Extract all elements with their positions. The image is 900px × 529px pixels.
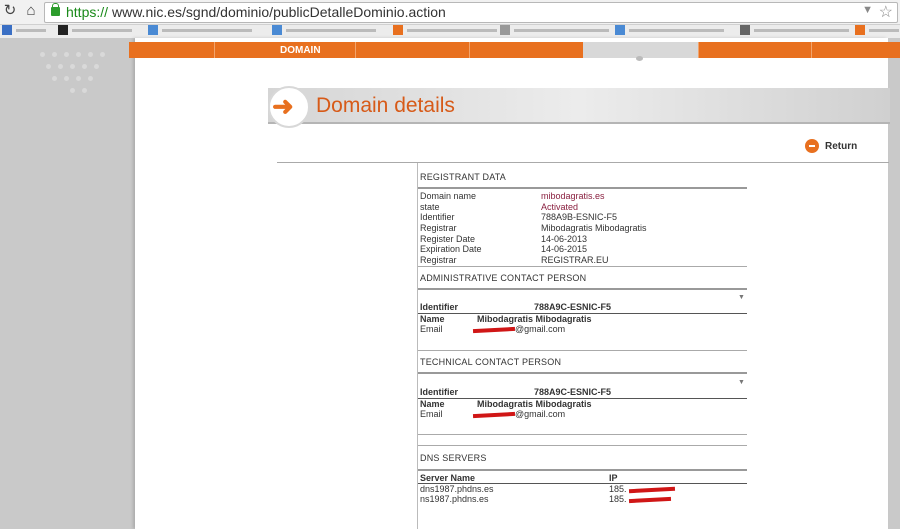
url-path: www.nic.es/sgnd/dominio/publicDetalleDom… xyxy=(112,4,446,20)
divider xyxy=(418,469,747,471)
decor-dot xyxy=(58,64,63,69)
domain-name-value: mibodagratis.es xyxy=(541,191,605,201)
home-icon[interactable]: ⌂ xyxy=(22,2,40,20)
decor-dot xyxy=(94,64,99,69)
bookmark-item[interactable] xyxy=(615,25,724,37)
nav-tab[interactable] xyxy=(355,42,469,58)
divider xyxy=(418,266,747,267)
bookmark-item[interactable] xyxy=(740,25,849,37)
field-label: Registrar xyxy=(420,255,457,265)
field-label: Identifier xyxy=(420,302,459,312)
arrow-right-icon: ➜ xyxy=(272,91,294,121)
return-button[interactable]: Return xyxy=(825,141,857,152)
tech-email-value: @gmail.com xyxy=(515,409,566,419)
divider xyxy=(418,288,747,290)
expand-triangle-icon[interactable]: ▼ xyxy=(738,294,745,301)
reload-icon[interactable]: ↻ xyxy=(1,2,19,20)
decor-dot xyxy=(76,52,81,57)
decor-dot xyxy=(52,52,57,57)
field-label: Name xyxy=(420,399,445,409)
bookmark-item[interactable] xyxy=(500,25,609,37)
field-label: state xyxy=(420,202,440,212)
return-icon[interactable] xyxy=(805,139,819,153)
divider xyxy=(417,163,418,529)
decor-dot xyxy=(100,52,105,57)
bookmarks-bar xyxy=(0,25,900,38)
registrar-value: REGISTRAR.EU xyxy=(541,255,609,265)
tech-identifier-value: 788A9C-ESNIC-F5 xyxy=(534,387,612,397)
nav-tab[interactable] xyxy=(469,42,583,58)
browser-toolbar: ↻ ⌂ https:// www.nic.es/sgnd/dominio/pub… xyxy=(0,0,900,25)
page-title: Domain details xyxy=(316,94,455,117)
admin-email-value: @gmail.com xyxy=(515,324,566,334)
divider xyxy=(277,162,889,163)
bookmark-item[interactable] xyxy=(272,25,376,37)
decor-dot xyxy=(64,52,69,57)
field-label: Register Date xyxy=(420,234,476,244)
nav-tab[interactable] xyxy=(698,42,811,58)
field-label: Email xyxy=(420,324,443,334)
divider xyxy=(418,350,747,351)
decor-dot xyxy=(40,52,45,57)
dns-server-ip: 185. xyxy=(609,494,627,504)
decor-dot xyxy=(88,76,93,81)
admin-identifier-value: 788A9C-ESNIC-F5 xyxy=(534,302,612,312)
divider xyxy=(418,372,747,374)
dns-server-ip: 185. xyxy=(609,484,627,494)
section-heading-admin: ADMINISTRATIVE CONTACT PERSON xyxy=(420,273,587,283)
decor-dot xyxy=(82,88,87,93)
registrar-value: Mibodagratis Mibodagratis xyxy=(541,223,647,233)
expiration-date-value: 14-06-2015 xyxy=(541,244,588,254)
field-label: Domain name xyxy=(420,191,477,201)
column-header-ip: IP xyxy=(609,473,618,483)
divider xyxy=(418,434,747,435)
decor-dot xyxy=(76,76,81,81)
decor-dot xyxy=(64,76,69,81)
section-heading-dns: DNS SERVERS xyxy=(420,453,487,463)
decor-dot xyxy=(88,52,93,57)
dns-server-name: dns1987.phdns.es xyxy=(420,484,494,494)
bookmark-item[interactable] xyxy=(393,25,497,37)
field-label: Registrar xyxy=(420,223,457,233)
field-label: Identifier xyxy=(420,387,459,397)
bookmark-item[interactable] xyxy=(855,25,899,37)
divider xyxy=(418,187,747,189)
lock-icon xyxy=(51,3,60,16)
decor-dot xyxy=(70,88,75,93)
bookmark-item[interactable] xyxy=(2,25,46,37)
section-heading-tech: TECHNICAL CONTACT PERSON xyxy=(420,357,562,367)
expand-triangle-icon[interactable]: ▼ xyxy=(738,379,745,386)
nav-caret-icon xyxy=(636,56,643,61)
page-side-background xyxy=(0,38,135,529)
bookmark-item[interactable] xyxy=(58,25,132,37)
url-dropdown-icon[interactable]: ▼ xyxy=(862,4,873,16)
tech-name-value: Mibodagratis Mibodagratis xyxy=(477,399,592,409)
admin-name-value: Mibodagratis Mibodagratis xyxy=(477,314,592,324)
decor-dot xyxy=(70,64,75,69)
identifier-value: 788A9B-ESNIC-F5 xyxy=(541,212,618,222)
register-date-value: 14-06-2013 xyxy=(541,234,588,244)
field-label: Email xyxy=(420,409,443,419)
nav-tab-domain-label[interactable]: DOMAIN xyxy=(280,45,321,56)
field-label: Identifier xyxy=(420,212,455,222)
dns-server-name: ns1987.phdns.es xyxy=(420,494,489,504)
bookmark-item[interactable] xyxy=(148,25,252,37)
decor-dot xyxy=(52,76,57,81)
bookmark-star-icon[interactable]: ☆ xyxy=(879,2,893,22)
decor-dot xyxy=(46,64,51,69)
column-header-server-name: Server Name xyxy=(420,473,476,483)
url-scheme: https:// xyxy=(66,4,109,20)
nav-tab[interactable] xyxy=(811,42,900,58)
divider xyxy=(418,445,747,446)
address-bar[interactable]: https:// www.nic.es/sgnd/dominio/publicD… xyxy=(44,2,898,23)
state-value: Activated xyxy=(541,202,579,212)
field-label: Name xyxy=(420,314,445,324)
section-heading-registrant: REGISTRANT DATA xyxy=(420,172,507,182)
decor-dot xyxy=(82,64,87,69)
field-label: Expiration Date xyxy=(420,244,482,254)
